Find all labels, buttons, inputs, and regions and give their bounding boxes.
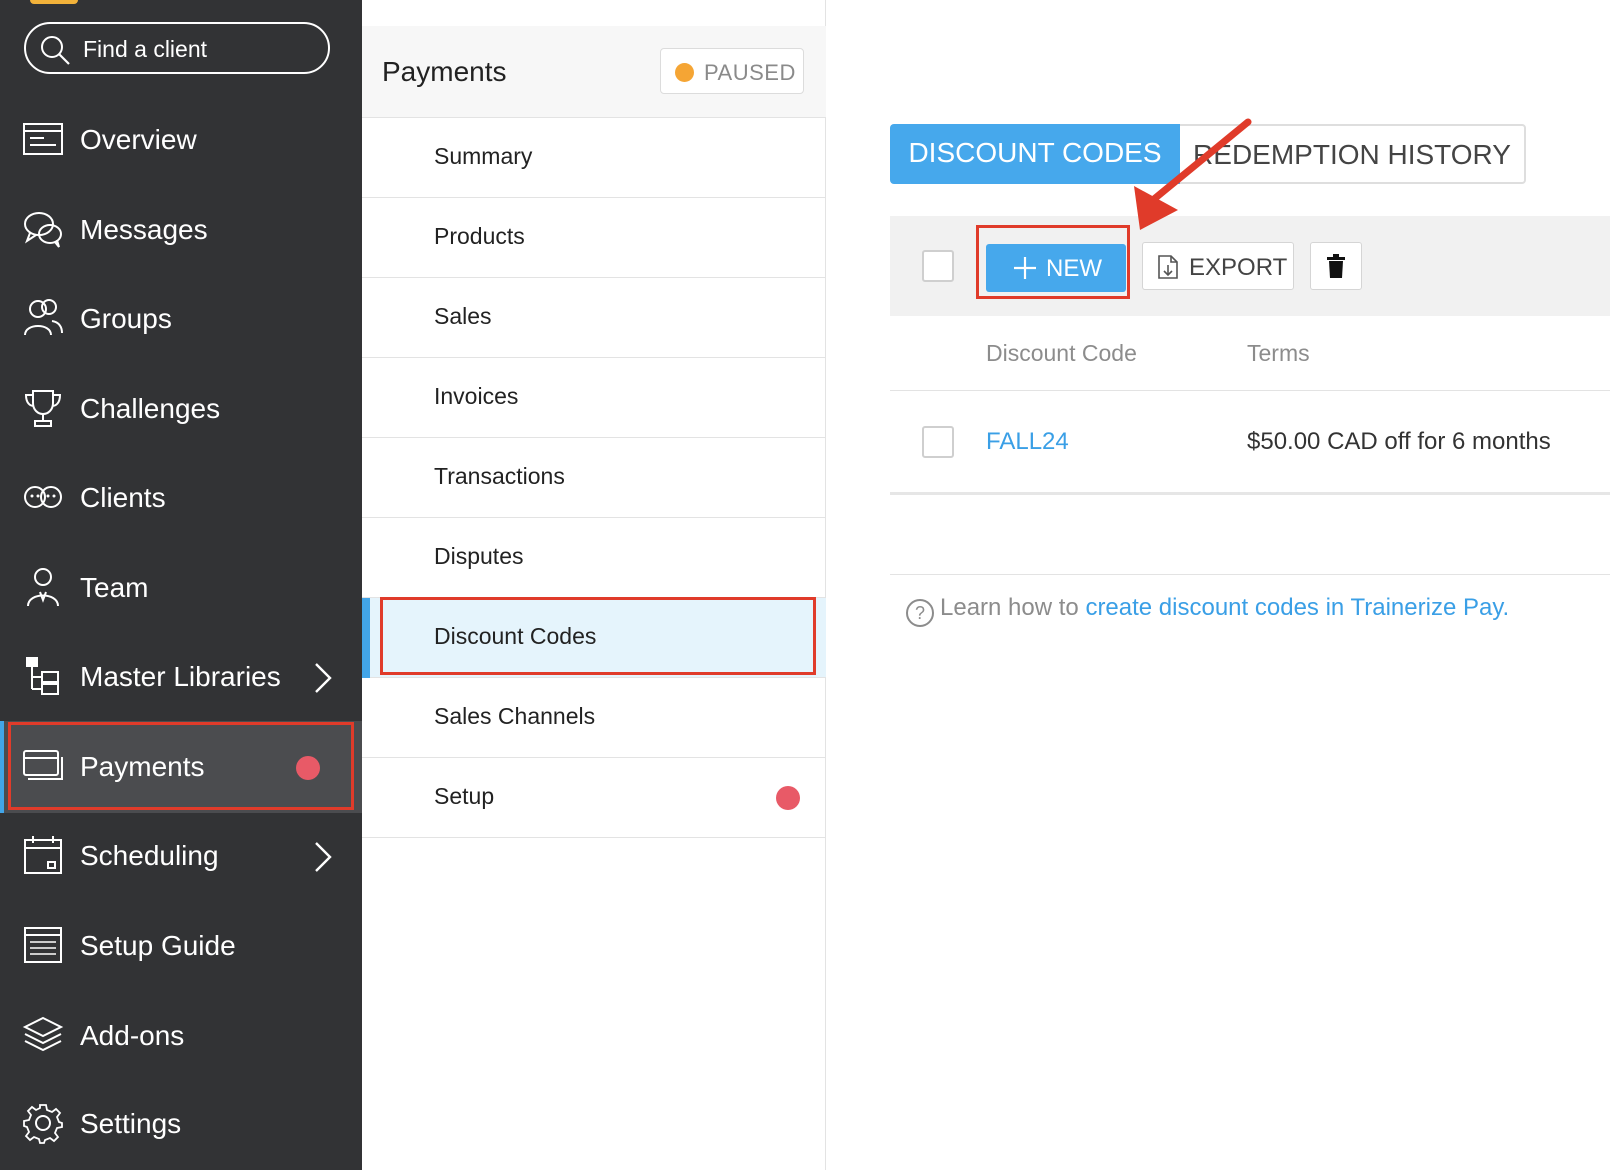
sidebar-item-label: Overview	[80, 124, 197, 155]
sidebar-item-label: Groups	[80, 303, 172, 334]
overview-icon	[23, 123, 63, 155]
delete-button[interactable]	[1310, 242, 1362, 290]
subnav-item-setup[interactable]: Setup	[362, 758, 826, 838]
annotation-highlight-payments	[8, 722, 354, 810]
export-button-label: EXPORT	[1189, 254, 1288, 281]
column-header-discount-code[interactable]: Discount Code	[986, 340, 1137, 367]
chevron-right-icon[interactable]	[312, 840, 334, 874]
discount-terms: $50.00 CAD off for 6 months	[1247, 428, 1551, 455]
subnav-item-products[interactable]: Products	[362, 198, 826, 278]
libraries-icon	[26, 657, 59, 695]
table-divider	[890, 492, 1610, 495]
column-header-terms[interactable]: Terms	[1247, 340, 1310, 367]
logo-fragment	[30, 0, 78, 4]
sidebar-item-overview[interactable]: Overview	[0, 94, 362, 186]
sidebar-item-label: Clients	[80, 482, 166, 513]
gear-icon	[23, 1104, 63, 1144]
paused-status-dot	[675, 63, 694, 82]
discount-code-link[interactable]: FALL24	[986, 428, 1069, 456]
sidebar-item-label: Messages	[80, 214, 208, 245]
subnav-title: Payments	[382, 56, 507, 87]
sidebar-item-master-libraries[interactable]: Master Libraries	[0, 631, 362, 723]
subnav-header: Payments PAUSED	[362, 26, 826, 118]
trash-icon	[1327, 254, 1345, 278]
export-file-icon	[1158, 255, 1178, 279]
team-icon	[27, 568, 59, 607]
help-prefix: Learn how to	[940, 594, 1086, 621]
search-icon	[41, 36, 70, 65]
setup-alert-dot	[776, 786, 800, 810]
sidebar-item-add-ons[interactable]: Add-ons	[0, 990, 362, 1082]
client-search[interactable]: Find a client	[24, 22, 330, 74]
help-link[interactable]: create discount codes in Trainerize Pay.	[1085, 594, 1509, 621]
groups-icon	[24, 299, 63, 336]
export-button[interactable]: EXPORT	[1142, 242, 1294, 290]
messages-icon	[24, 212, 62, 248]
sidebar-item-messages[interactable]: Messages	[0, 184, 362, 276]
sidebar-item-settings[interactable]: Settings	[0, 1078, 362, 1170]
sidebar-item-setup-guide[interactable]: Setup Guide	[0, 900, 362, 992]
subnav-item-label: Invoices	[434, 383, 519, 409]
section-divider	[890, 574, 1610, 575]
search-placeholder: Find a client	[83, 36, 208, 62]
select-all-checkbox[interactable]	[922, 250, 954, 282]
subnav-item-summary[interactable]: Summary	[362, 118, 826, 198]
payments-subnav: Payments PAUSED Summary Products Sales I…	[362, 0, 826, 1170]
subnav-item-label: Transactions	[434, 463, 565, 489]
sidebar-item-label: Master Libraries	[80, 661, 281, 692]
help-text: ? Learn how to create discount codes in T…	[906, 594, 1509, 627]
sidebar-item-label: Challenges	[80, 393, 221, 424]
setup-guide-icon	[24, 927, 62, 963]
sidebar-item-scheduling[interactable]: Scheduling	[0, 810, 362, 902]
trophy-icon	[24, 390, 62, 427]
sidebar-item-team[interactable]: Team	[0, 542, 362, 634]
sidebar-item-groups[interactable]: Groups	[0, 273, 362, 365]
sidebar-item-clients[interactable]: Clients	[0, 452, 362, 544]
row-checkbox[interactable]	[922, 426, 954, 458]
add-ons-icon	[22, 1016, 64, 1052]
sidebar-item-label: Settings	[80, 1108, 182, 1139]
table-divider	[890, 390, 1610, 391]
sidebar-item-label: Setup Guide	[80, 930, 236, 961]
annotation-highlight-discount-codes	[380, 597, 816, 675]
subnav-item-label: Sales	[434, 303, 492, 329]
sidebar-item-label: Add-ons	[80, 1020, 185, 1051]
chevron-right-icon[interactable]	[312, 661, 334, 695]
sidebar-item-label: Scheduling	[80, 840, 219, 871]
subnav-item-label: Setup	[434, 783, 495, 809]
calendar-icon	[24, 836, 62, 874]
status-badge-label: PAUSED	[704, 60, 796, 85]
subnav-item-label: Sales Channels	[434, 703, 596, 729]
subnav-item-disputes[interactable]: Disputes	[362, 518, 826, 598]
clients-icon	[24, 486, 62, 508]
status-badge: PAUSED	[660, 48, 804, 94]
subnav-item-invoices[interactable]: Invoices	[362, 358, 826, 438]
sidebar-item-challenges[interactable]: Challenges	[0, 363, 362, 455]
subnav-item-label: Products	[434, 223, 525, 249]
subnav-item-transactions[interactable]: Transactions	[362, 438, 826, 518]
subnav-item-sales[interactable]: Sales	[362, 278, 826, 358]
sidebar: Find a client Overview Messages Groups C…	[0, 0, 362, 1170]
help-icon: ?	[906, 599, 934, 627]
subnav-item-sales-channels[interactable]: Sales Channels	[362, 678, 826, 758]
subnav-item-label: Disputes	[434, 543, 524, 569]
subnav-item-label: Summary	[434, 143, 533, 169]
sidebar-item-label: Team	[80, 572, 149, 603]
annotation-arrow-icon	[1134, 118, 1252, 230]
